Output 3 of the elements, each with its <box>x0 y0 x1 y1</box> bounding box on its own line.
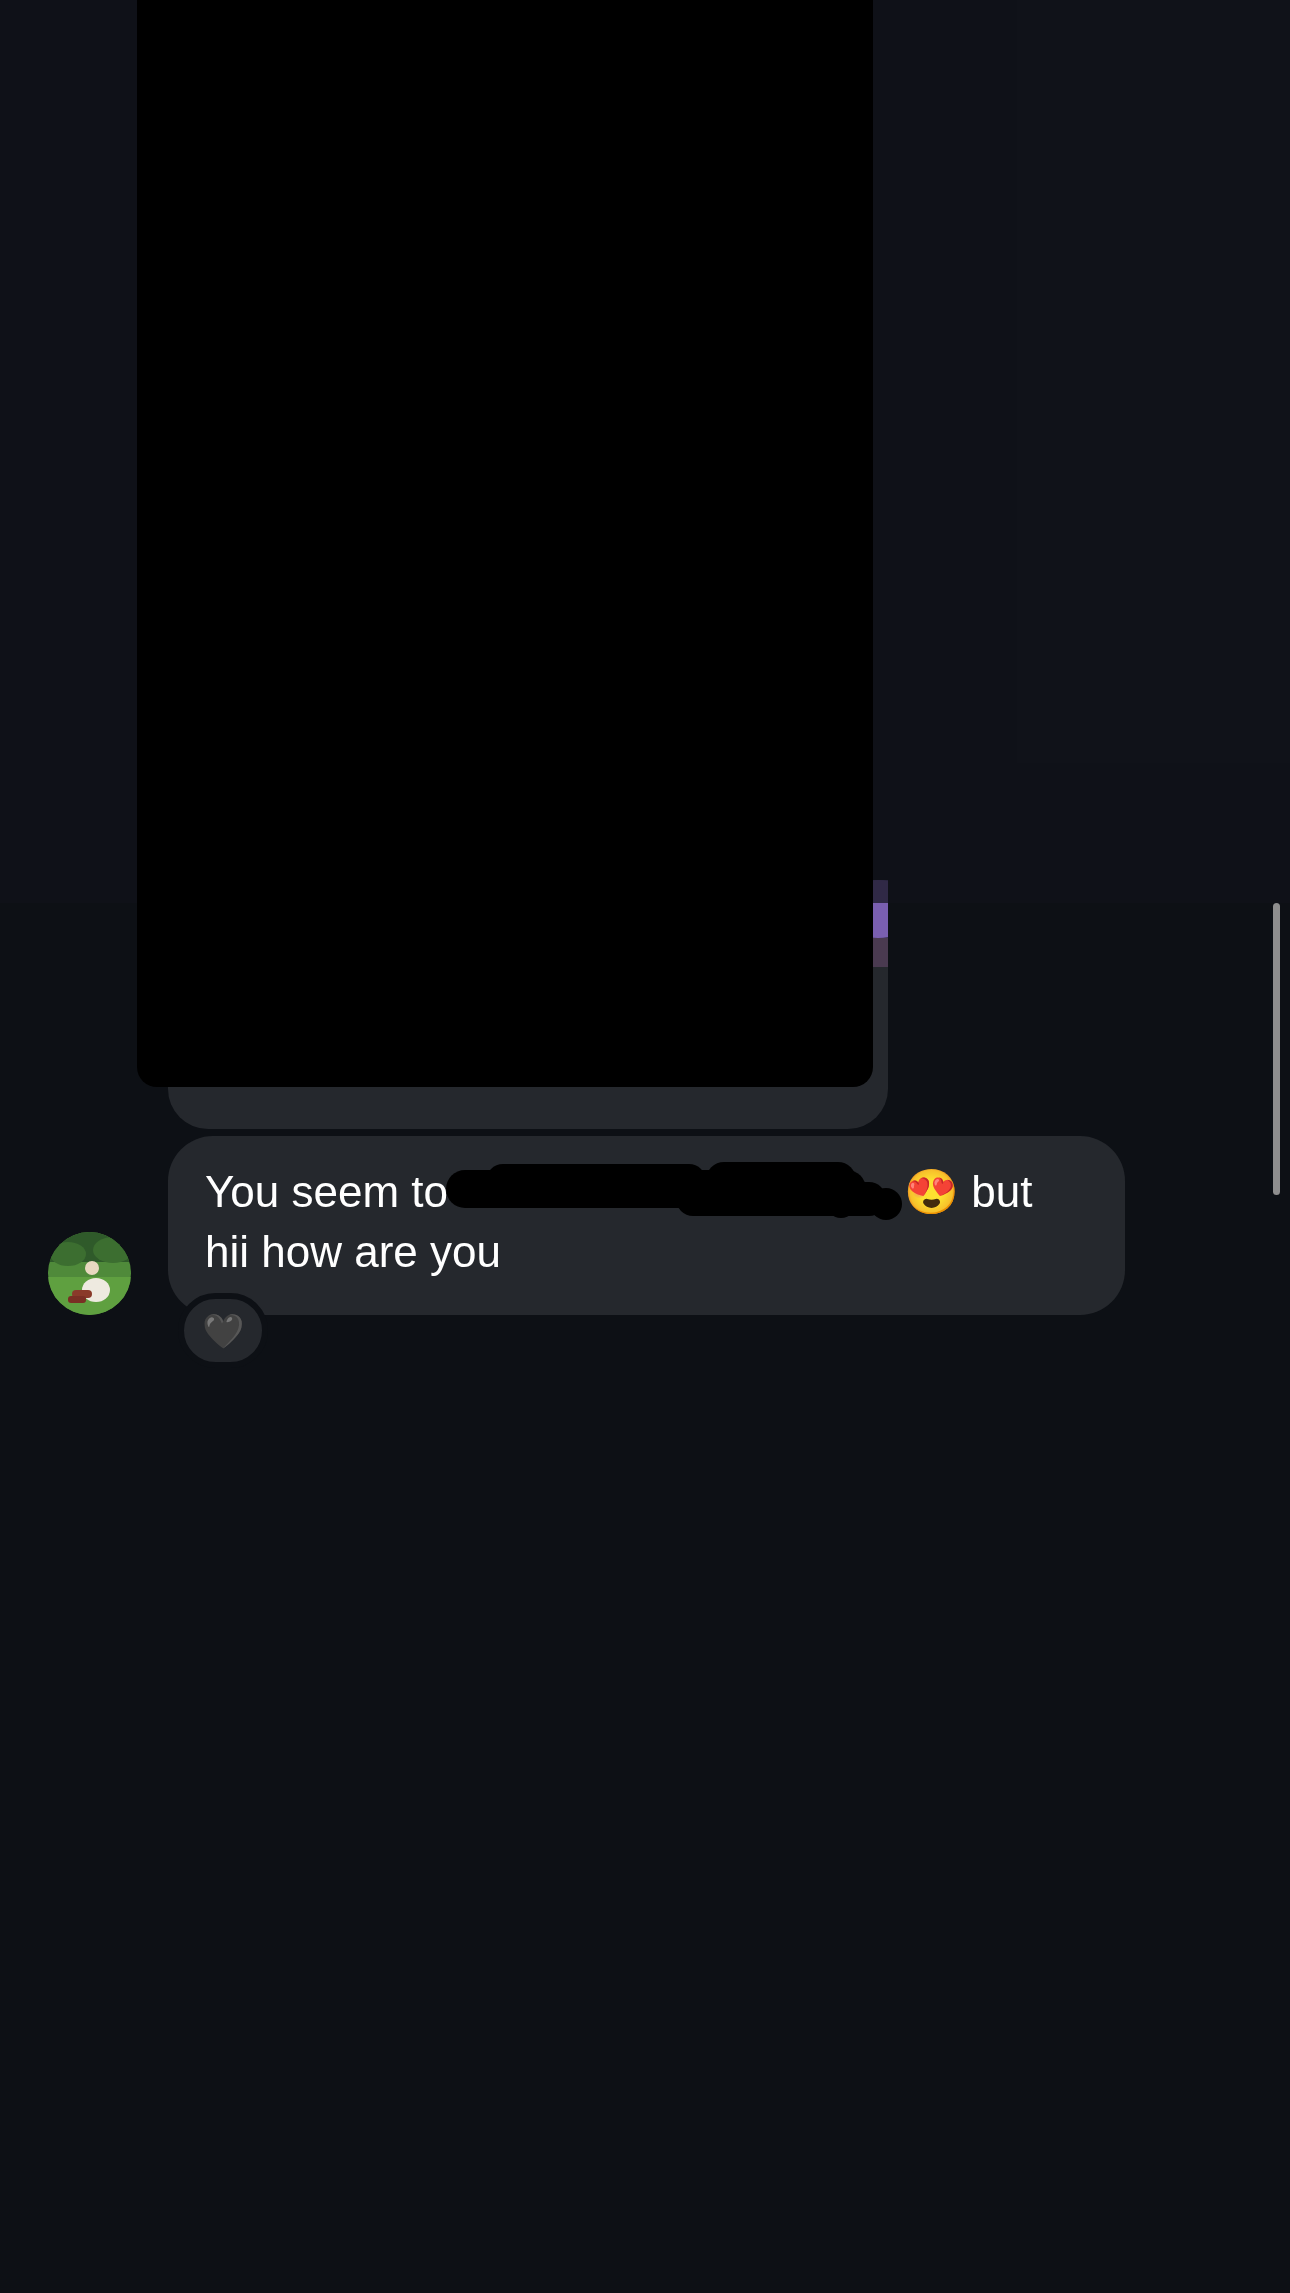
message-text: 😍 but <box>904 1166 1033 1218</box>
message-text: You seem to <box>205 1166 448 1218</box>
message-text: hii how are you <box>205 1226 501 1278</box>
